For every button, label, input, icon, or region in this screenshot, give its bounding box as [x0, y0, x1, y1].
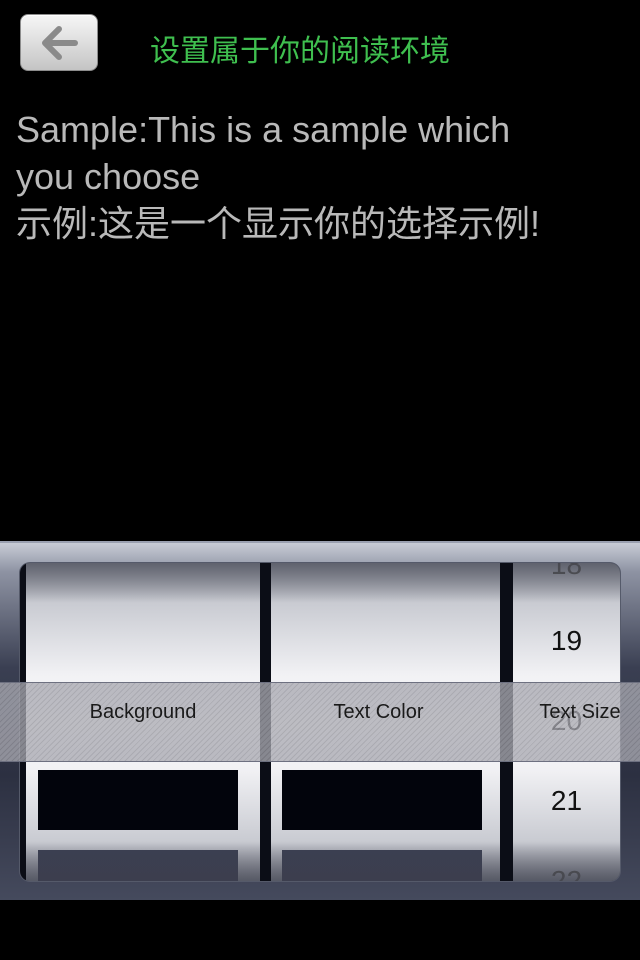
size-option[interactable]: 22 [513, 865, 620, 881]
sample-text-line-2: you choose [16, 156, 201, 197]
page-title: 设置属于你的阅读环境 [150, 34, 450, 69]
background-label: Background [89, 701, 197, 723]
wheel-shade [26, 563, 260, 603]
selection-indicator: Background Text Color Text Size [0, 682, 640, 762]
text-color-label: Text Color [333, 701, 424, 723]
sample-preview: Sample:This is a sample which you choose… [16, 106, 626, 247]
background-option-black[interactable] [38, 770, 238, 830]
text-color-option-dark-gray[interactable] [282, 850, 482, 881]
text-size-label: Text Size [539, 701, 621, 723]
text-color-option-black[interactable] [282, 770, 482, 830]
sample-text-line-3: 示例:这是一个显示你的选择示例! [16, 203, 541, 244]
background-option-dark-gray[interactable] [38, 850, 238, 881]
sample-text-line-1: Sample:This is a sample which [16, 109, 511, 150]
reading-settings-picker: 18 19 20 21 22 Background Text Color Tex… [0, 541, 640, 900]
size-option[interactable]: 18 [513, 563, 620, 581]
back-arrow-icon [42, 25, 78, 60]
wheel-shade [271, 563, 500, 603]
back-button[interactable] [20, 14, 98, 71]
size-option[interactable]: 19 [513, 625, 620, 657]
size-option[interactable]: 21 [513, 785, 620, 817]
